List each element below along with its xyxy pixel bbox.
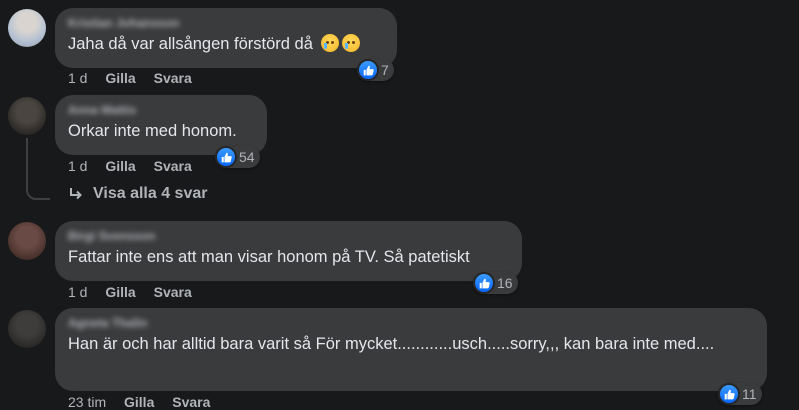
crying-face-icon <box>320 34 339 52</box>
comment-actions: 1 d Gilla Svara <box>68 284 206 300</box>
reaction-count: 54 <box>239 149 255 165</box>
like-button[interactable]: Gilla <box>105 284 135 300</box>
like-button[interactable]: Gilla <box>105 70 135 86</box>
comment-actions: 1 d Gilla Svara <box>68 70 206 86</box>
comment-author[interactable]: Birgi Svensson <box>68 229 508 244</box>
comment-actions: 23 tim Gilla Svara <box>68 394 224 410</box>
avatar[interactable] <box>8 310 46 348</box>
comment-text: Fattar inte ens att man visar honom på T… <box>68 248 470 266</box>
comment-timestamp[interactable]: 1 d <box>68 284 87 300</box>
like-button[interactable]: Gilla <box>105 158 135 174</box>
comment-author[interactable]: Anna Mattis <box>68 103 253 118</box>
reply-button[interactable]: Svara <box>154 158 192 174</box>
thumbs-up-icon <box>475 274 493 292</box>
comment-actions: 1 d Gilla Svara <box>68 158 206 174</box>
view-replies-link[interactable]: Visa alla 4 svar <box>68 185 207 203</box>
avatar[interactable] <box>8 222 46 260</box>
reply-arrow-icon <box>70 188 82 200</box>
reply-button[interactable]: Svara <box>172 394 210 410</box>
comment-text: Orkar inte med honom. <box>68 122 237 140</box>
reply-button[interactable]: Svara <box>154 284 192 300</box>
thread-connector <box>26 138 50 200</box>
view-replies-label: Visa alla 4 svar <box>93 185 208 202</box>
reaction-summary[interactable]: 7 <box>357 59 394 81</box>
comment-author[interactable]: Kristian Johansson <box>68 16 383 31</box>
reply-button[interactable]: Svara <box>154 70 192 86</box>
comment-author[interactable]: Agneta Thalin <box>68 316 753 331</box>
reaction-summary[interactable]: 11 <box>718 383 762 405</box>
thumbs-up-icon <box>359 61 377 79</box>
comment-timestamp[interactable]: 1 d <box>68 158 87 174</box>
reaction-count: 11 <box>742 386 757 402</box>
reaction-summary[interactable]: 54 <box>215 146 260 168</box>
comment-bubble: Agneta Thalin Han är och har alltid bara… <box>55 308 767 391</box>
comment-timestamp[interactable]: 23 tim <box>68 394 106 410</box>
reaction-count: 16 <box>497 275 513 291</box>
comment-text: Jaha då var allsången förstörd då <box>68 33 383 55</box>
comment-text: Han är och har alltid bara varit så För … <box>68 335 715 353</box>
reaction-count: 7 <box>381 62 389 78</box>
comment-timestamp[interactable]: 1 d <box>68 70 87 86</box>
thumbs-up-icon <box>217 148 235 166</box>
comment-bubble: Kristian Johansson Jaha då var allsången… <box>55 8 397 68</box>
avatar[interactable] <box>8 9 46 47</box>
crying-face-icon <box>341 34 360 52</box>
comment-text-content: Jaha då var allsången förstörd då <box>68 35 313 53</box>
avatar[interactable] <box>8 97 46 135</box>
thumbs-up-icon <box>720 385 738 403</box>
reaction-summary[interactable]: 16 <box>473 272 518 294</box>
like-button[interactable]: Gilla <box>124 394 154 410</box>
comment-bubble: Birgi Svensson Fattar inte ens att man v… <box>55 221 522 281</box>
